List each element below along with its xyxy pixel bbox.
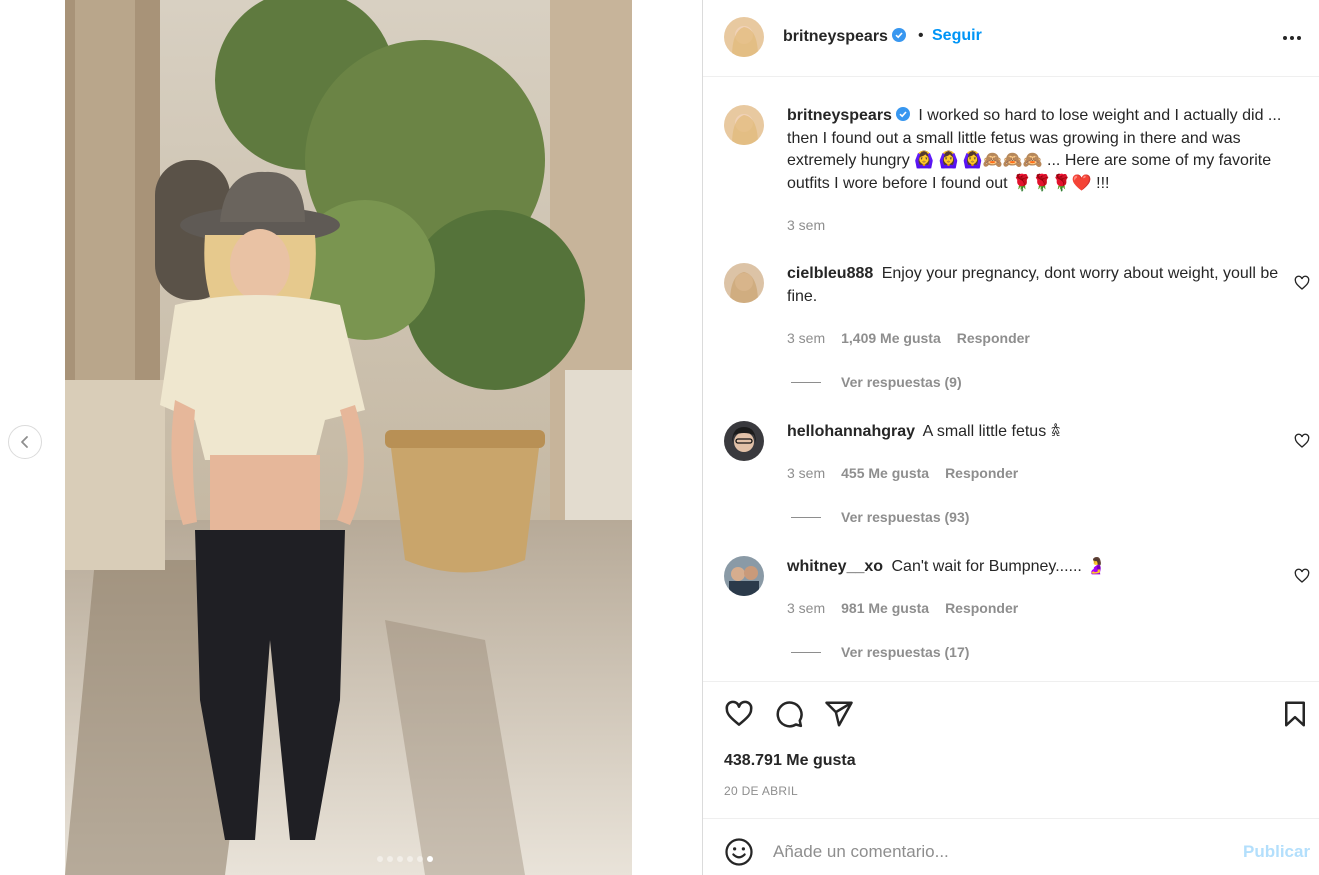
- commenter-avatar[interactable]: [724, 421, 764, 461]
- follow-button[interactable]: Seguir: [932, 27, 982, 45]
- likes-count[interactable]: 438.791 Me gusta: [724, 752, 856, 770]
- comment-like-icon[interactable]: [1294, 275, 1310, 291]
- reply-button[interactable]: Responder: [945, 600, 1018, 616]
- comment-item: hellohannahgray A small little fetus 𖠋 3…: [724, 421, 1314, 531]
- comment-time[interactable]: 3 sem: [787, 465, 825, 481]
- comment-meta: 3 sem 455 Me gusta Responder: [787, 465, 1018, 481]
- previous-slide-button[interactable]: [8, 425, 42, 459]
- caption-body: britneyspears I worked so hard to lose w…: [787, 105, 1307, 195]
- comment-item: cielbleu888 Enjoy your pregnancy, dont w…: [724, 263, 1314, 393]
- comment-body: cielbleu888 Enjoy your pregnancy, dont w…: [787, 263, 1307, 308]
- comment-like-icon[interactable]: [1294, 568, 1310, 584]
- caption-avatar[interactable]: [724, 105, 764, 145]
- verified-badge-icon: [891, 28, 906, 42]
- comment-likes[interactable]: 455 Me gusta: [841, 465, 929, 481]
- comment-username[interactable]: hellohannahgray: [787, 423, 915, 440]
- caption-time[interactable]: 3 sem: [787, 217, 825, 233]
- replies-divider: [791, 651, 821, 653]
- comment-text: A small little fetus 𖠋: [922, 423, 1061, 440]
- author-avatar[interactable]: [724, 17, 764, 57]
- post-caption: britneyspears I worked so hard to lose w…: [724, 105, 1314, 245]
- more-options-button[interactable]: [1279, 25, 1305, 51]
- comment-time[interactable]: 3 sem: [787, 330, 825, 346]
- comment-input[interactable]: [773, 841, 1223, 863]
- comment-body: hellohannahgray A small little fetus 𖠋: [787, 421, 1307, 444]
- emoji-icon[interactable]: [724, 837, 754, 867]
- verified-badge-icon: [895, 107, 910, 121]
- publish-button[interactable]: Publicar: [1243, 842, 1310, 862]
- view-replies-label: Ver respuestas (93): [841, 509, 970, 525]
- commenter-avatar[interactable]: [724, 263, 764, 303]
- carousel-dot: [417, 856, 423, 862]
- comment-username[interactable]: cielbleu888: [787, 265, 873, 282]
- view-replies-button[interactable]: Ver respuestas (93): [791, 509, 969, 525]
- carousel-dot: [377, 856, 383, 862]
- comment-username[interactable]: whitney__xo: [787, 558, 883, 575]
- comment-time[interactable]: 3 sem: [787, 600, 825, 616]
- reply-button[interactable]: Responder: [957, 330, 1030, 346]
- author-username[interactable]: britneyspears: [783, 28, 906, 46]
- comment-item: whitney__xo Can't wait for Bumpney......…: [724, 556, 1314, 666]
- comment-likes[interactable]: 981 Me gusta: [841, 600, 929, 616]
- carousel-dot: [427, 856, 433, 862]
- reply-button[interactable]: Responder: [945, 465, 1018, 481]
- caption-meta: 3 sem: [787, 217, 825, 233]
- caption-username[interactable]: britneyspears: [787, 107, 910, 124]
- comment-meta: 3 sem 1,409 Me gusta Responder: [787, 330, 1030, 346]
- carousel-dot: [397, 856, 403, 862]
- comment-meta: 3 sem 981 Me gusta Responder: [787, 600, 1018, 616]
- replies-divider: [791, 381, 821, 383]
- view-replies-button[interactable]: Ver respuestas (9): [791, 374, 962, 390]
- view-replies-label: Ver respuestas (17): [841, 644, 970, 660]
- media-pane: [0, 0, 702, 875]
- comment-icon[interactable]: [774, 699, 804, 729]
- post-header: britneyspears • Seguir: [703, 0, 1319, 77]
- post-side-panel: britneyspears • Seguir britneyspears I w…: [702, 0, 1319, 875]
- bookmark-icon[interactable]: [1280, 699, 1310, 729]
- header-separator: •: [918, 27, 924, 44]
- comment-text: Can't wait for Bumpney...... 🤰: [891, 558, 1107, 575]
- heart-icon[interactable]: [724, 699, 754, 729]
- comment-like-icon[interactable]: [1294, 433, 1310, 449]
- post-date[interactable]: 20 DE ABRIL: [724, 784, 798, 798]
- comment-body: whitney__xo Can't wait for Bumpney......…: [787, 556, 1307, 579]
- comment-likes[interactable]: 1,409 Me gusta: [841, 330, 941, 346]
- paper-plane-icon[interactable]: [824, 699, 854, 729]
- carousel-dots: [377, 856, 433, 862]
- post-photo[interactable]: [65, 0, 632, 875]
- carousel-dot: [387, 856, 393, 862]
- carousel-dot: [407, 856, 413, 862]
- more-options-icon: [1283, 36, 1301, 40]
- replies-divider: [791, 516, 821, 518]
- photo-illustration: [65, 0, 632, 875]
- instagram-post-view: britneyspears • Seguir britneyspears I w…: [0, 0, 1319, 875]
- add-comment-bar: Publicar: [703, 818, 1319, 875]
- view-replies-label: Ver respuestas (9): [841, 374, 962, 390]
- post-actions: 438.791 Me gusta 20 DE ABRIL: [703, 681, 1319, 818]
- chevron-left-icon: [21, 436, 28, 448]
- commenter-avatar[interactable]: [724, 556, 764, 596]
- view-replies-button[interactable]: Ver respuestas (17): [791, 644, 969, 660]
